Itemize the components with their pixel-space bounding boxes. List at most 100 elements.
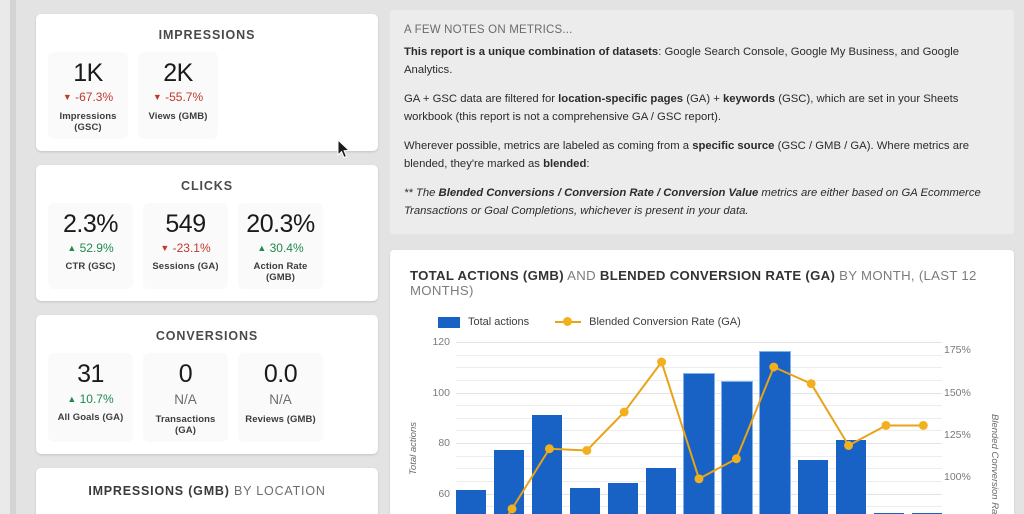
scorecard-value: 20.3% — [246, 209, 315, 238]
notes-p4-a: ** The — [404, 187, 439, 199]
scorecard-delta-text: 30.4% — [269, 240, 304, 255]
scorecard-label: CTR (GSC) — [65, 261, 116, 273]
line-marker[interactable] — [694, 474, 704, 484]
page-gutter-left — [0, 0, 10, 514]
notes-panel: A FEW NOTES ON METRICS... This report is… — [390, 10, 1014, 234]
scorecard-delta-text: 10.7% — [79, 391, 114, 406]
y2-tick-label: 100% — [944, 470, 971, 483]
notes-p2-bold-keywords: keywords — [722, 93, 776, 105]
line-marker[interactable] — [619, 407, 629, 417]
scorecard-action-rate-gmb[interactable]: 20.3% ▲ 30.4% Action Rate (GMB) — [238, 202, 323, 290]
notes-p3-e: : — [586, 157, 590, 170]
y2-tick-label: 175% — [944, 344, 971, 357]
scorecard-value: 549 — [165, 209, 206, 238]
legend-item-conversion-rate[interactable]: Blended Conversion Rate (GA) — [555, 316, 741, 328]
impressions-card-title: IMPRESSIONS — [158, 28, 256, 42]
map-card-title-bold: IMPRESSIONS (GMB) — [88, 483, 230, 498]
clicks-card-title: CLICKS — [181, 178, 233, 193]
line-marker[interactable] — [806, 379, 816, 389]
scorecard-delta: N/A — [269, 391, 292, 407]
scorecard-delta-text: 52.9% — [79, 240, 114, 255]
line-marker[interactable] — [544, 444, 554, 454]
scorecard-all-goals-ga[interactable]: 31 ▲ 10.7% All Goals (GA) — [48, 353, 133, 442]
line-marker[interactable] — [582, 445, 592, 455]
notes-paragraph-3: Wherever possible, metrics are labeled a… — [404, 138, 1002, 173]
line-marker[interactable] — [881, 420, 891, 430]
line-marker[interactable] — [731, 454, 741, 464]
legend-line-icon — [555, 317, 582, 326]
scorecard-label: Sessions (GA) — [152, 261, 219, 273]
arrow-down-icon: ▼ — [62, 92, 72, 103]
legend-label: Blended Conversion Rate (GA) — [589, 316, 741, 328]
dashboard-page: IMPRESSIONS 1K ▼ -67.3% Impressions (GSC… — [0, 0, 1024, 514]
chart-title-bold-2: BLENDED CONVERSION RATE (GA) — [599, 268, 836, 283]
chart-title-mid: AND — [563, 268, 600, 283]
chart-title: TOTAL ACTIONS (GMB) AND BLENDED CONVERSI… — [404, 264, 1000, 300]
notes-p2-bold-pages: location-specific pages — [558, 93, 684, 105]
line-path — [507, 359, 924, 514]
right-column: A FEW NOTES ON METRICS... This report is… — [390, 10, 1014, 514]
line-marker[interactable] — [918, 420, 928, 430]
notes-p2-c: (GA) + — [683, 93, 723, 105]
scorecard-delta-text: -23.1% — [172, 240, 211, 255]
clicks-scorecard-row: 2.3% ▲ 52.9% CTR (GSC) 549 ▼ -23.1% Sess… — [48, 202, 366, 290]
scorecard-delta-text: -55.7% — [165, 90, 204, 105]
arrow-up-icon: ▲ — [67, 393, 77, 404]
left-column: IMPRESSIONS 1K ▼ -67.3% Impressions (GSC… — [36, 14, 378, 514]
notes-p3-bold-blended: blended — [543, 157, 587, 170]
us-map[interactable] — [48, 510, 366, 514]
scorecard-delta: ▼ -55.7% — [140, 90, 216, 104]
scorecard-transactions-ga[interactable]: 0 N/A Transactions (GA) — [143, 353, 228, 442]
scorecard-delta: ▼ -67.3% — [50, 90, 126, 104]
notes-heading: A FEW NOTES ON METRICS... — [404, 24, 573, 36]
chart-legend: Total actions Blended Conversion Rate (G… — [404, 300, 1000, 334]
line-marker[interactable] — [844, 441, 854, 450]
legend-swatch-icon — [438, 316, 460, 328]
notes-p3-a: Wherever possible, metrics are labeled a… — [404, 140, 693, 152]
scorecard-sessions-ga[interactable]: 549 ▼ -23.1% Sessions (GA) — [143, 202, 228, 290]
notes-p2-a: GA + GSC data are filtered for — [404, 93, 559, 105]
scorecard-views-gmb[interactable]: 2K ▼ -55.7% Views (GMB) — [138, 52, 218, 139]
scorecard-value: 2K — [163, 59, 193, 87]
scorecard-value: 1K — [73, 59, 103, 87]
y-tick-label: 120 — [432, 336, 450, 348]
scorecard-label: Reviews (GMB) — [245, 413, 316, 425]
conversions-scorecard-row: 31 ▲ 10.7% All Goals (GA) 0 N/A Transact… — [48, 353, 366, 442]
scorecard-label: Views (GMB) — [148, 110, 208, 122]
notes-p1-bold: This report is a unique combination of d… — [404, 46, 659, 58]
scorecard-value: 2.3% — [63, 209, 118, 238]
scorecard-ctr-gsc[interactable]: 2.3% ▲ 52.9% CTR (GSC) — [48, 202, 133, 290]
map-card-title-rest: BY LOCATION — [229, 483, 326, 498]
scorecard-label: Transactions (GA) — [155, 413, 216, 436]
legend-item-total-actions[interactable]: Total actions — [438, 316, 529, 328]
impressions-card: IMPRESSIONS 1K ▼ -67.3% Impressions (GSC… — [36, 14, 378, 151]
scorecard-label: All Goals (GA) — [57, 411, 124, 423]
chart-title-bold-1: TOTAL ACTIONS (GMB) — [410, 268, 564, 283]
conversions-card-title: CONVERSIONS — [155, 329, 259, 344]
chart-plot-area[interactable]: Total actions Blended Conversion Rate (G… — [408, 334, 1000, 514]
scorecard-reviews-gmb[interactable]: 0.0 N/A Reviews (GMB) — [238, 353, 323, 442]
notes-paragraph-4: ** The Blended Conversions / Conversion … — [404, 185, 1002, 220]
map-card-title: IMPRESSIONS (GMB) BY LOCATION — [48, 478, 366, 510]
y2-tick-label: 125% — [944, 428, 971, 441]
scorecard-label: Action Rate (GMB) — [253, 261, 308, 284]
y-tick-label: 100 — [432, 386, 450, 399]
conversions-card: CONVERSIONS 31 ▲ 10.7% All Goals (GA) 0 … — [36, 315, 378, 454]
notes-p4-bold: Blended Conversions / Conversion Rate / … — [438, 187, 759, 199]
scorecard-impressions-gsc[interactable]: 1K ▼ -67.3% Impressions (GSC) — [48, 52, 128, 139]
y2-tick-label: 150% — [944, 386, 971, 399]
arrow-down-icon: ▼ — [160, 242, 170, 253]
scorecard-delta: ▲ 52.9% — [50, 241, 131, 255]
arrow-up-icon: ▲ — [257, 242, 267, 253]
y-tick-label: 60 — [438, 487, 450, 500]
clicks-card: CLICKS 2.3% ▲ 52.9% CTR (GSC) 549 ▼ -23.… — [36, 164, 378, 302]
line-marker[interactable] — [507, 504, 517, 514]
arrow-up-icon: ▲ — [67, 242, 77, 253]
scorecard-value: 31 — [77, 360, 104, 389]
line-marker[interactable] — [769, 362, 779, 372]
impressions-scorecard-row: 1K ▼ -67.3% Impressions (GSC) 2K ▼ -55.7… — [48, 52, 366, 139]
line-marker[interactable] — [657, 357, 667, 367]
scorecard-delta: N/A — [174, 391, 197, 407]
y-tick-label: 80 — [438, 437, 450, 449]
chart-line-series — [507, 357, 928, 514]
